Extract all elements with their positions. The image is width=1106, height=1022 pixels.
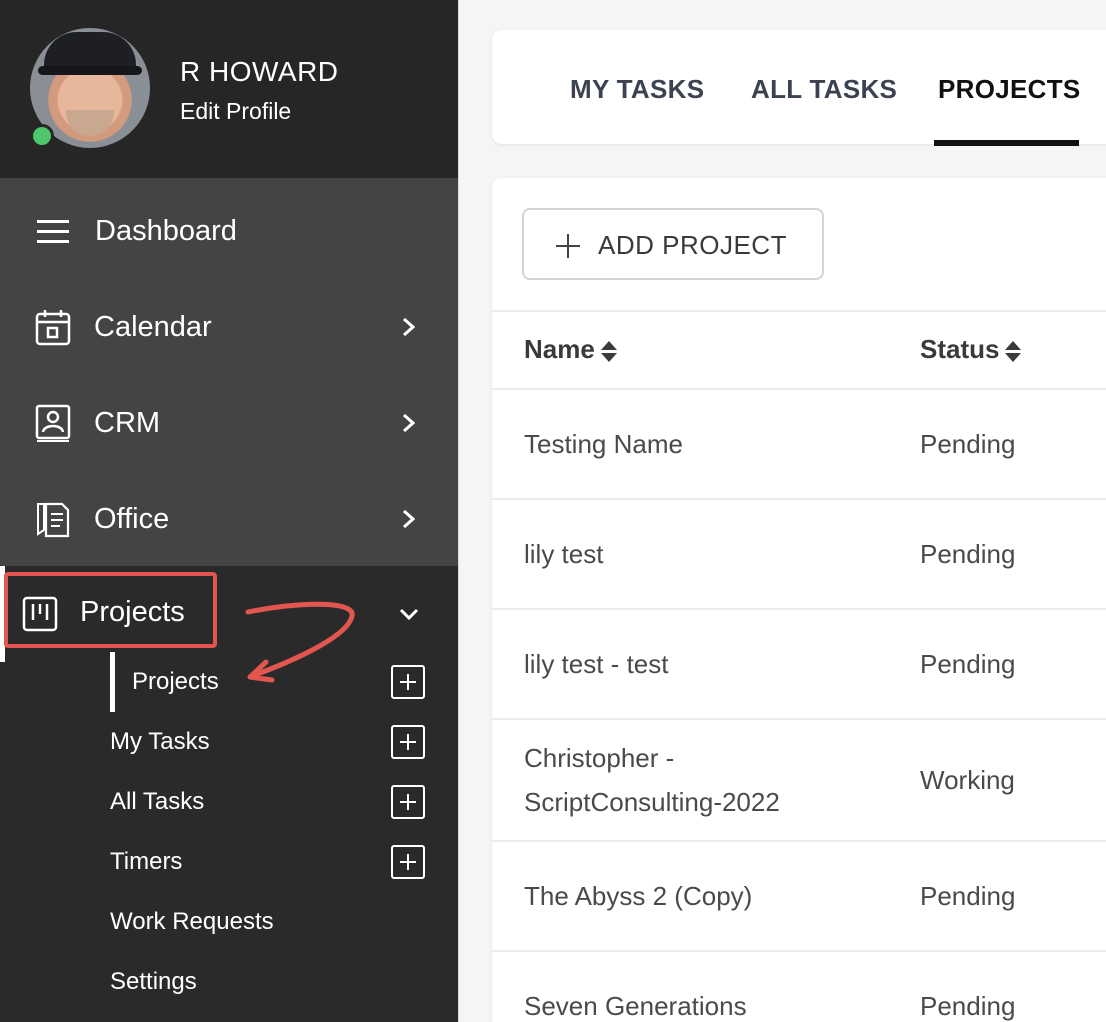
column-header-name[interactable]: Name <box>524 334 617 365</box>
online-status-indicator <box>30 124 54 148</box>
sort-icon[interactable] <box>600 339 617 363</box>
chevron-right-icon <box>403 509 416 529</box>
table-row-divider <box>492 498 1106 500</box>
add-timer-plus-icon[interactable] <box>391 845 425 879</box>
table-cell-status: Pending <box>920 881 1016 911</box>
sub-item-settings[interactable]: Settings <box>110 968 197 996</box>
plus-icon <box>556 234 580 258</box>
documents-icon <box>37 502 70 538</box>
table-cell-status: Pending <box>920 429 1016 459</box>
sort-icon[interactable] <box>1005 339 1022 363</box>
add-project-button[interactable]: ADD PROJECT <box>522 208 824 280</box>
table-row-divider <box>492 950 1106 952</box>
calendar-icon <box>35 310 71 346</box>
sidebar-item-label: Calendar <box>94 310 212 343</box>
tab-my-tasks[interactable]: MY TASKS <box>570 74 704 105</box>
annotation-arrow-icon <box>245 601 355 683</box>
chevron-right-icon <box>403 317 416 337</box>
sub-item-projects[interactable]: Projects <box>132 668 219 696</box>
table-cell-status: Pending <box>920 649 1016 679</box>
sidebar-item-label: CRM <box>94 406 161 439</box>
edit-profile-link[interactable]: Edit Profile <box>180 98 291 125</box>
sub-item-timers[interactable]: Timers <box>110 848 182 876</box>
table-cell-name[interactable]: ScriptConsulting-2022 <box>524 780 780 824</box>
add-task-plus-icon[interactable] <box>391 785 425 819</box>
sidebar-item-label: Dashboard <box>95 214 237 247</box>
table-cell-name[interactable]: lily test - test <box>524 642 668 686</box>
tab-projects[interactable]: PROJECTS <box>938 74 1081 105</box>
table-cell-name[interactable]: Testing Name <box>524 422 683 466</box>
chevron-down-icon[interactable] <box>398 603 420 625</box>
table-row-divider <box>492 608 1106 610</box>
table-cell-status: Working <box>920 765 1015 795</box>
sidebar-item-dashboard[interactable]: Dashboard <box>0 183 458 279</box>
tab-all-tasks[interactable]: ALL TASKS <box>751 74 897 105</box>
table-cell-name[interactable]: Christopher - <box>524 736 674 780</box>
table-cell-status: Pending <box>920 539 1016 569</box>
menu-lines-icon <box>37 220 69 243</box>
sub-item-my-tasks[interactable]: My Tasks <box>110 728 210 756</box>
sidebar-item-crm[interactable]: CRM <box>0 375 458 471</box>
sidebar-item-label: Office <box>94 502 170 535</box>
sub-item-all-tasks[interactable]: All Tasks <box>110 788 204 816</box>
user-name: R HOWARD <box>180 56 339 87</box>
profile-section: R HOWARD Edit Profile <box>0 0 458 178</box>
sub-item-work-requests[interactable]: Work Requests <box>110 908 274 936</box>
add-my-task-plus-icon[interactable] <box>391 725 425 759</box>
sidebar-menu: Dashboard Calendar CRM Office <box>0 178 458 566</box>
table-cell-name[interactable]: Seven Generations <box>524 984 747 1022</box>
add-project-plus-icon[interactable] <box>391 665 425 699</box>
table-cell-name[interactable]: The Abyss 2 (Copy) <box>524 874 752 918</box>
divider <box>492 310 1106 312</box>
column-header-status[interactable]: Status <box>920 334 1022 365</box>
divider <box>492 388 1106 390</box>
sidebar: R HOWARD Edit Profile Dashboard Calendar <box>0 0 458 1022</box>
table-cell-status: Pending <box>920 991 1016 1021</box>
chevron-right-icon <box>403 413 416 433</box>
add-project-label: ADD PROJECT <box>598 230 787 260</box>
active-tab-underline <box>934 140 1079 146</box>
sub-active-indicator <box>110 652 115 712</box>
sidebar-item-office[interactable]: Office <box>0 471 458 567</box>
table-cell-name[interactable]: lily test <box>524 532 603 576</box>
table-row-divider <box>492 840 1106 842</box>
sidebar-item-calendar[interactable]: Calendar <box>0 279 458 375</box>
annotation-highlight-box <box>4 572 217 648</box>
contact-book-icon <box>35 404 71 442</box>
table-row-divider <box>492 718 1106 720</box>
